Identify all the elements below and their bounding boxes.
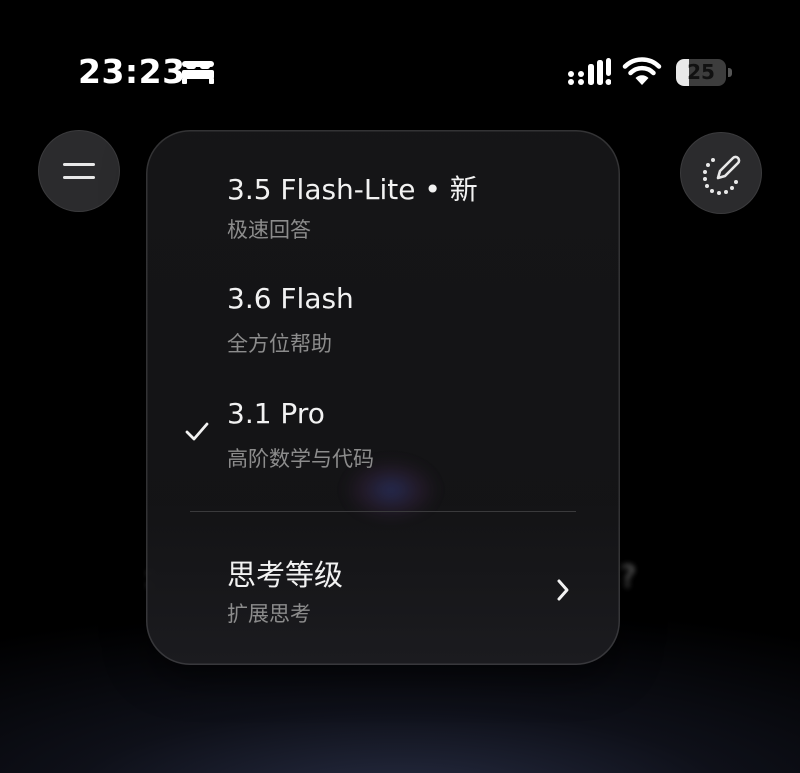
battery-indicator: 25: [676, 59, 732, 86]
status-time: 23:23: [78, 52, 186, 91]
battery-level-text: 25: [687, 60, 715, 84]
model-option-title: 3.6 Flash: [227, 282, 354, 315]
new-chat-pencil-icon: [703, 155, 741, 195]
menu-button[interactable]: [38, 130, 120, 212]
model-option-title: 3.1 Pro: [227, 397, 325, 430]
model-option-flash[interactable]: 3.6 Flash 全方位帮助: [146, 282, 620, 378]
menu-divider: [190, 511, 576, 512]
checkmark-icon: [185, 422, 209, 441]
model-selector-menu: 3.5 Flash-Lite • 新 极速回答 3.6 Flash 全方位帮助 …: [146, 130, 620, 665]
model-option-subtitle: 极速回答: [227, 218, 311, 242]
status-bar: 23:23 25: [0, 0, 800, 140]
chevron-right-icon: [557, 579, 569, 601]
model-option-flash-lite[interactable]: 3.5 Flash-Lite • 新 极速回答: [146, 168, 620, 264]
model-option-subtitle: 全方位帮助: [227, 332, 332, 356]
model-option-title: 3.5 Flash-Lite • 新: [227, 173, 478, 206]
thinking-level-item[interactable]: 思考等级 扩展思考: [146, 550, 620, 640]
thinking-level-subtitle: 扩展思考: [227, 602, 311, 626]
cellular-signal-icon: [568, 58, 611, 85]
model-option-pro[interactable]: 3.1 Pro 高阶数学与代码: [146, 397, 620, 493]
model-option-subtitle: 高阶数学与代码: [227, 447, 374, 471]
hamburger-menu-icon: [63, 163, 95, 179]
bed-icon: [182, 61, 214, 84]
wifi-icon: [622, 57, 662, 85]
thinking-level-title: 思考等级: [227, 558, 344, 592]
new-chat-button[interactable]: [680, 132, 762, 214]
